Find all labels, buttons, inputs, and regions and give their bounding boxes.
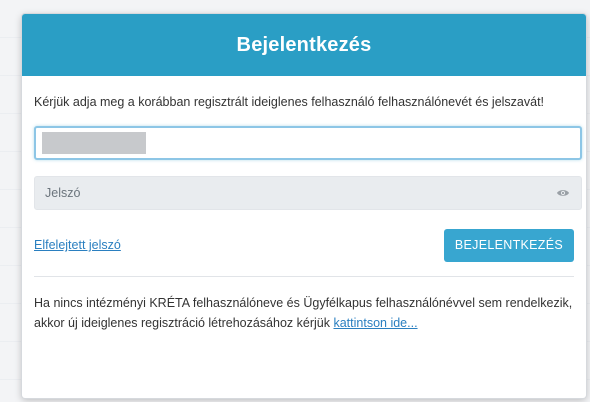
eye-icon[interactable] <box>555 185 571 201</box>
username-input[interactable] <box>34 126 582 160</box>
forgot-password-link[interactable]: Elfelejtett jelszó <box>34 238 121 252</box>
dialog-body: Kérjük adja meg a korábban regisztrált i… <box>22 76 586 333</box>
redacted-username <box>42 132 146 154</box>
dialog-title: Bejelentkezés <box>236 33 372 56</box>
instruction-text: Kérjük adja meg a korábban regisztrált i… <box>34 95 545 109</box>
password-placeholder: Jelszó <box>45 186 81 200</box>
login-dialog: Bejelentkezés Kérjük adja meg a korábban… <box>22 14 586 398</box>
dialog-header: Bejelentkezés <box>22 14 586 76</box>
actions-row: Elfelejtett jelszó BEJELENTKEZÉS <box>34 228 574 262</box>
divider <box>34 276 574 277</box>
login-button[interactable]: BEJELENTKEZÉS <box>443 228 574 262</box>
register-link[interactable]: kattintson ide... <box>333 316 417 330</box>
registration-text: Ha nincs intézményi KRÉTA felhasználónev… <box>34 296 573 330</box>
password-input[interactable]: Jelszó <box>34 176 582 210</box>
registration-info: Ha nincs intézményi KRÉTA felhasználónev… <box>34 293 574 333</box>
